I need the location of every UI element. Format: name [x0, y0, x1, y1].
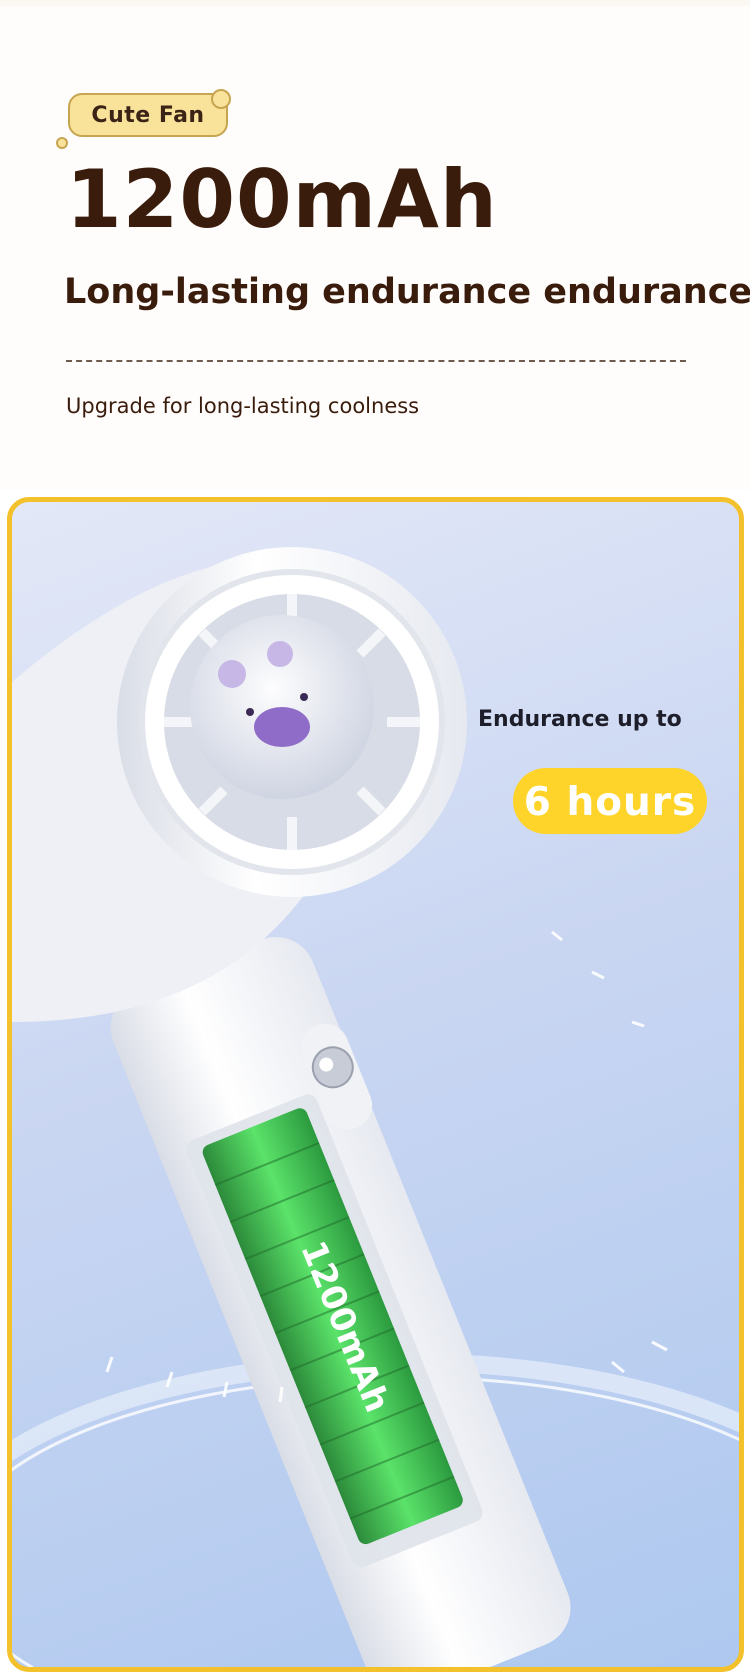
tag-label: Cute Fan: [91, 103, 205, 128]
endurance-badge: 6 hours: [513, 768, 707, 834]
page-subtitle: Long-lasting endurance endurance: [64, 272, 750, 312]
tag-decor-dot: [211, 89, 231, 109]
bear-ear-left: [218, 660, 246, 688]
dashed-divider: [66, 360, 686, 362]
product-illustration: 1200mAh: [12, 547, 739, 1667]
endurance-label: Endurance up to: [478, 707, 682, 732]
bear-snout: [254, 707, 310, 747]
bear-ear-right: [267, 641, 293, 667]
endurance-value: 6 hours: [523, 780, 697, 825]
fan-head: [12, 547, 467, 1022]
page-title: 1200mAh: [66, 153, 498, 246]
tag-decor-dot-small: [56, 137, 68, 149]
caption-text: Upgrade for long-lasting coolness: [66, 394, 420, 418]
header-section: Cute Fan 1200mAh Long-lasting endurance …: [0, 0, 750, 490]
top-divider: [0, 0, 750, 6]
fan-handle: 1200mAh: [110, 937, 571, 1667]
product-image-frame: 1200mAh Endurance up to 6 hours: [7, 497, 744, 1672]
cute-fan-tag: Cute Fan: [68, 93, 228, 137]
